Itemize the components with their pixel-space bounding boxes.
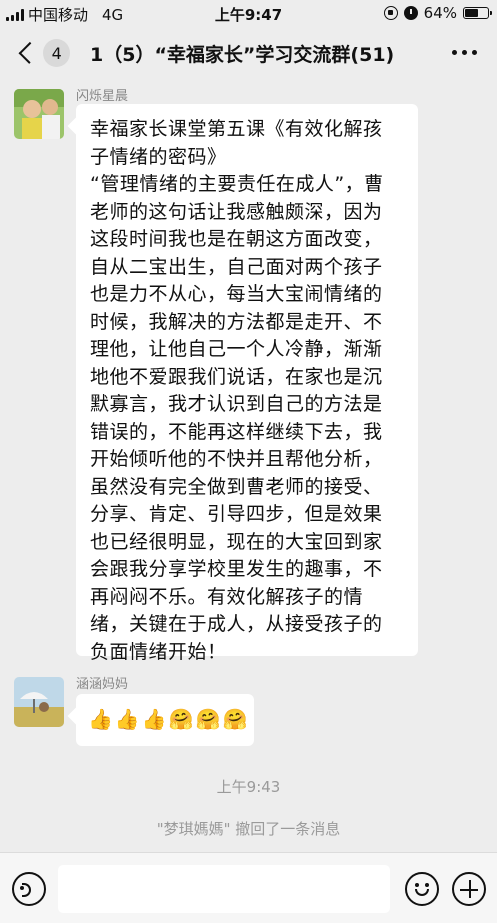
input-bar bbox=[0, 852, 497, 923]
emoji-2: 👍 bbox=[141, 707, 167, 731]
avatar-sender-2[interactable] bbox=[14, 677, 64, 727]
emoji-row: 👍 👍 👍 🤗 🤗 🤗 bbox=[88, 706, 247, 732]
rotation-lock-icon bbox=[383, 6, 398, 20]
more-dots-icon bbox=[452, 50, 457, 55]
sender-name: 涵涵妈妈 bbox=[76, 677, 129, 692]
unread-badge: 4 bbox=[43, 39, 70, 67]
avatar-sender-1[interactable] bbox=[14, 89, 64, 139]
emoji-0: 👍 bbox=[88, 707, 113, 731]
message-bubble[interactable]: 幸福家长课堂第五课《有效化解孩 子情绪的密码》 “管理情绪的主要责任在成人”，曹… bbox=[76, 104, 418, 663]
emoji-5: 🤗 bbox=[222, 707, 248, 731]
back-button[interactable]: 4 bbox=[14, 38, 70, 68]
chat-title: 1（5）“幸福家长”学习交流群(51) bbox=[90, 44, 395, 66]
battery-fill bbox=[465, 9, 478, 17]
system-time: 上午9:43 bbox=[216, 778, 281, 796]
plus-icon[interactable] bbox=[452, 872, 486, 906]
nav-bar: 4 1（5）“幸福家长”学习交流群(51) bbox=[0, 26, 497, 80]
emoji-icon[interactable] bbox=[405, 872, 439, 906]
recall-notice: "梦琪媽媽" 撤回了一条消息 bbox=[156, 820, 341, 838]
emoji-4: 🤗 bbox=[195, 707, 221, 731]
emoji-3: 🤗 bbox=[168, 707, 194, 731]
status-bar: 中国移动 4G 上午9:47 64% bbox=[0, 0, 497, 26]
battery-icon bbox=[463, 7, 492, 19]
alarm-icon bbox=[403, 6, 418, 20]
more-button[interactable] bbox=[452, 50, 477, 55]
message-text: 幸福家长课堂第五课《有效化解孩 子情绪的密码》 “管理情绪的主要责任在成人”，曹… bbox=[90, 118, 384, 663]
emoji-1: 👍 bbox=[114, 707, 140, 731]
battery-percent: 64% bbox=[423, 4, 457, 22]
message-bubble[interactable]: 👍 👍 👍 🤗 🤗 🤗 bbox=[76, 694, 254, 746]
message-input[interactable] bbox=[58, 865, 390, 913]
voice-icon[interactable] bbox=[12, 872, 46, 906]
status-right: 64% bbox=[383, 4, 492, 22]
sender-name: 闪烁星晨 bbox=[76, 89, 129, 104]
chevron-left-icon bbox=[18, 41, 41, 65]
